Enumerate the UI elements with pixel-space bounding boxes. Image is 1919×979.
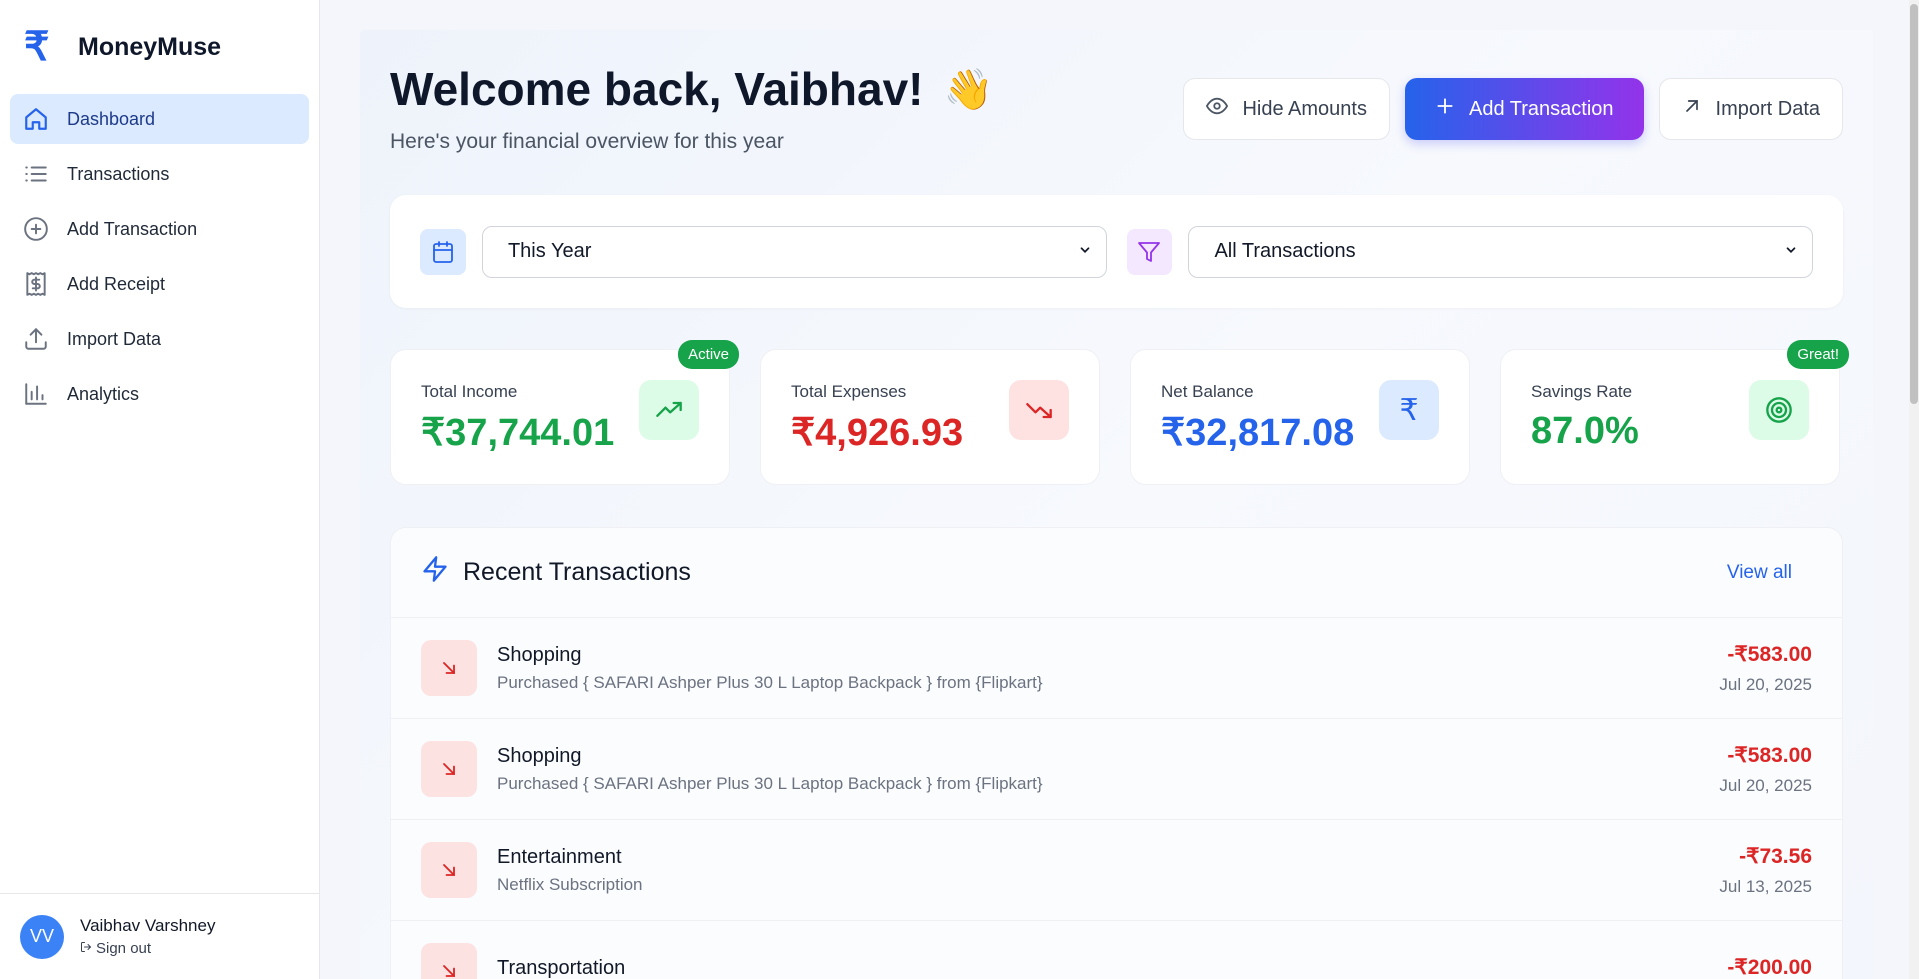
sidebar-item-label: Transactions xyxy=(67,163,170,184)
user-name: Vaibhav Varshney xyxy=(80,916,216,935)
transaction-amount: -₹583.00 xyxy=(1727,743,1812,767)
transaction-category: Entertainment xyxy=(497,845,622,868)
trending-down-icon xyxy=(1009,380,1069,440)
transaction-type-value: All Transactions xyxy=(1214,240,1356,262)
plus-circle-icon xyxy=(22,215,50,243)
view-all-link[interactable]: View all xyxy=(1727,562,1792,584)
add-transaction-label: Add Transaction xyxy=(1468,97,1614,120)
page-scrollbar[interactable] xyxy=(1909,0,1919,979)
eye-icon xyxy=(1206,95,1229,123)
sidebar-item-label: Import Data xyxy=(67,328,162,349)
sidebar-item-label: Analytics xyxy=(67,383,140,404)
sidebar: ₹ MoneyMuse Dashboard Transactions Add T… xyxy=(0,0,320,979)
transaction-description: Netflix Subscription xyxy=(497,874,643,894)
page-title: Welcome back, Vaibhav! 👋 xyxy=(390,62,993,116)
arrow-down-right-icon xyxy=(421,842,477,898)
period-value: This Year xyxy=(507,240,592,262)
import-data-button[interactable]: Import Data xyxy=(1658,78,1843,140)
stat-card-expenses: Total Expenses ₹4,926.93 xyxy=(760,349,1100,485)
sign-out-link[interactable]: Sign out xyxy=(80,940,215,957)
scrollbar-thumb[interactable] xyxy=(1910,4,1918,404)
transaction-row[interactable]: Entertainment Netflix Subscription -₹73.… xyxy=(391,820,1842,921)
chevron-down-icon xyxy=(1078,240,1092,263)
logout-icon xyxy=(80,940,92,957)
recent-header: Recent Transactions View all xyxy=(391,528,1842,618)
chevron-down-icon xyxy=(1784,240,1798,263)
period-select[interactable]: This Year xyxy=(481,225,1107,278)
home-icon xyxy=(22,105,50,133)
brand-name: MoneyMuse xyxy=(78,32,222,61)
transaction-category: Shopping xyxy=(497,744,582,767)
header-actions: Hide Amounts Add Transaction Import Data xyxy=(1183,78,1843,140)
stat-card-savings-rate: Savings Rate 87.0% Great! xyxy=(1500,340,1849,485)
transaction-date: Jul 20, 2025 xyxy=(1719,775,1812,795)
sidebar-item-analytics[interactable]: Analytics xyxy=(10,369,309,419)
add-transaction-button[interactable]: Add Transaction xyxy=(1404,78,1644,140)
section-title-text: Recent Transactions xyxy=(463,558,691,586)
sign-out-label: Sign out xyxy=(96,940,152,957)
sidebar-item-import-data[interactable]: Import Data xyxy=(10,314,309,364)
hide-amounts-button[interactable]: Hide Amounts xyxy=(1183,78,1390,140)
target-icon xyxy=(1749,380,1809,440)
rupee-icon: ₹ xyxy=(1379,380,1439,440)
filter-icon xyxy=(1126,228,1173,275)
avatar[interactable]: VV xyxy=(20,914,64,959)
stats-row: Total Income ₹37,744.01 Active Total Exp… xyxy=(390,340,1849,485)
stat-card-net-balance: Net Balance ₹32,817.08 ₹ xyxy=(1130,349,1470,485)
status-badge: Great! xyxy=(1787,340,1849,369)
sidebar-item-label: Add Receipt xyxy=(67,273,166,294)
hide-amounts-label: Hide Amounts xyxy=(1242,97,1367,120)
transaction-amount: -₹583.00 xyxy=(1727,642,1812,666)
trending-up-icon xyxy=(639,380,699,440)
lightning-icon xyxy=(421,555,449,590)
sidebar-item-add-transaction[interactable]: Add Transaction xyxy=(10,204,309,254)
sidebar-item-label: Add Transaction xyxy=(67,218,198,239)
transaction-description: Purchased { SAFARI Ashper Plus 30 L Lapt… xyxy=(497,672,1043,692)
transaction-row[interactable]: Shopping Purchased { SAFARI Ashper Plus … xyxy=(391,618,1842,719)
filter-bar: This Year All Transactions xyxy=(390,195,1843,308)
sidebar-nav: Dashboard Transactions Add Transaction A… xyxy=(0,94,319,419)
page-subtitle: Here's your financial overview for this … xyxy=(390,130,784,153)
brand[interactable]: ₹ MoneyMuse xyxy=(0,0,319,94)
page-header: Welcome back, Vaibhav! 👋 Here's your fin… xyxy=(390,62,993,154)
transaction-category: Shopping xyxy=(497,643,582,666)
sidebar-item-transactions[interactable]: Transactions xyxy=(10,149,309,199)
waving-hand-icon: 👋 xyxy=(943,67,994,112)
sidebar-item-add-receipt[interactable]: Add Receipt xyxy=(10,259,309,309)
transaction-date: Jul 13, 2025 xyxy=(1719,876,1812,896)
transaction-amount: -₹200.00 xyxy=(1727,955,1812,979)
transaction-category: Transportation xyxy=(497,956,626,979)
sidebar-item-label: Dashboard xyxy=(67,108,156,129)
arrow-down-right-icon xyxy=(421,741,477,797)
plus-icon xyxy=(1435,96,1455,122)
stat-card-income: Total Income ₹37,744.01 Active xyxy=(390,340,739,485)
arrow-up-right-icon xyxy=(1682,96,1702,122)
arrow-down-right-icon xyxy=(421,640,477,696)
recent-transactions: Recent Transactions View all Shopping Pu… xyxy=(390,527,1843,979)
section-title: Recent Transactions xyxy=(421,555,691,590)
calendar-icon xyxy=(420,228,466,275)
user-profile: VV Vaibhav Varshney Sign out xyxy=(0,893,319,979)
main-content: Welcome back, Vaibhav! 👋 Here's your fin… xyxy=(360,30,1873,979)
transaction-row[interactable]: Shopping Purchased { SAFARI Ashper Plus … xyxy=(391,719,1842,820)
status-badge: Active xyxy=(678,340,739,369)
transaction-date: Jul 20, 2025 xyxy=(1719,674,1812,694)
transaction-amount: -₹73.56 xyxy=(1739,844,1812,868)
list-icon xyxy=(22,160,50,188)
arrow-down-right-icon xyxy=(421,943,477,979)
rupee-logo-icon: ₹ xyxy=(24,25,50,69)
bar-chart-icon xyxy=(22,380,50,408)
receipt-icon xyxy=(22,270,50,298)
import-data-label: Import Data xyxy=(1715,97,1820,120)
upload-icon xyxy=(22,325,50,353)
transaction-description: Purchased { SAFARI Ashper Plus 30 L Lapt… xyxy=(497,773,1043,793)
transaction-row[interactable]: Transportation -₹200.00 xyxy=(391,921,1842,979)
welcome-text: Welcome back, Vaibhav! xyxy=(390,63,924,115)
transaction-type-select[interactable]: All Transactions xyxy=(1188,225,1813,278)
sidebar-item-dashboard[interactable]: Dashboard xyxy=(10,94,309,144)
